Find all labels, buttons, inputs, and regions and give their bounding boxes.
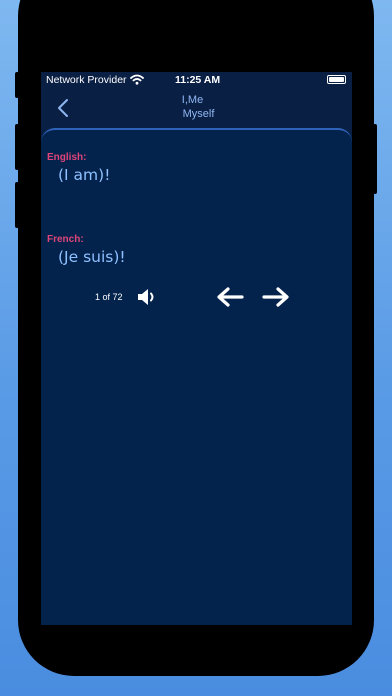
status-bar: Network Provider 11:25 AM [41, 72, 352, 88]
nav-title-line1: I,Me [181, 94, 204, 106]
battery-icon [327, 75, 346, 84]
target-language-label: French: [47, 234, 84, 245]
nav-title-line2: Myself [182, 108, 215, 120]
wifi-icon [130, 74, 144, 85]
app-screen: Network Provider 11:25 AM I,Me Myself En… [41, 72, 352, 625]
card-counter: 1 of 72 [95, 292, 123, 302]
flashcard-panel: English: (I am)! French: (Je suis)! 1 of… [41, 128, 352, 625]
target-phrase: (Je suis)! [58, 248, 126, 266]
source-language-label: English: [47, 152, 87, 163]
navigation-bar: I,Me Myself [41, 90, 352, 126]
arrow-right-icon[interactable] [261, 286, 291, 308]
arrow-left-icon[interactable] [215, 286, 245, 308]
status-time: 11:25 AM [175, 74, 221, 86]
network-provider: Network Provider [46, 74, 127, 86]
speaker-icon[interactable] [135, 286, 157, 308]
source-phrase: (I am)! [58, 166, 111, 184]
